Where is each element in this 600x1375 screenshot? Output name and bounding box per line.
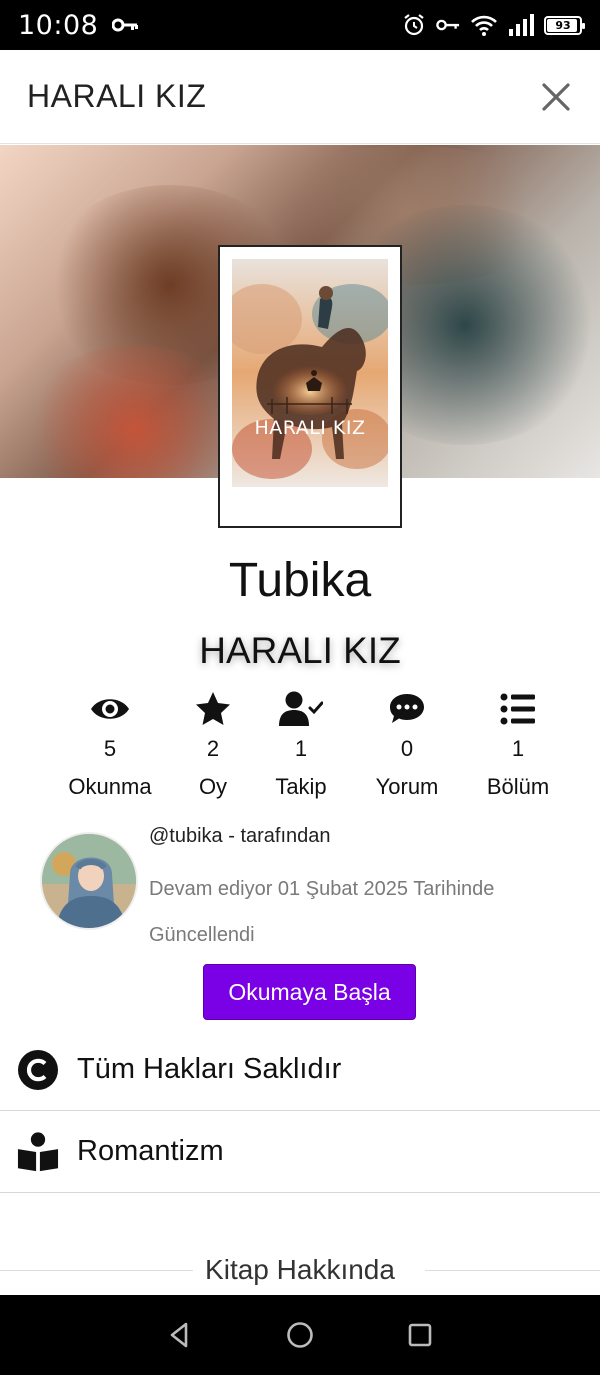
key-icon <box>112 18 139 32</box>
stat-label: Okunma <box>68 774 152 799</box>
stat-label: Bölüm <box>486 774 550 799</box>
stat-value: 1 <box>511 736 525 761</box>
book-cover[interactable]: HARALI KIZ <box>218 245 402 528</box>
genre-row[interactable]: Romantizm <box>0 1111 600 1193</box>
copyright-row: Tüm Hakları Saklıdır <box>0 1029 600 1111</box>
stat-value: 1 <box>294 736 308 761</box>
app-header: HARALI KIZ <box>0 50 600 144</box>
stats-bar: 5 Okunma 2 Oy 1 Takip 0 Yorum 1 Bölüm <box>0 690 600 800</box>
start-reading-button[interactable]: Okumaya Başla <box>203 964 416 1020</box>
eye-icon <box>91 699 129 719</box>
stat-comments[interactable]: 0 Yorum <box>347 690 467 800</box>
about-label: Kitap Hakkında <box>193 1254 407 1285</box>
stat-follows[interactable]: 1 Takip <box>241 690 361 800</box>
system-nav-bar <box>0 1295 600 1375</box>
copyright-label: Tüm Hakları Saklıdır <box>77 1053 342 1085</box>
book-title: HARALI KIZ <box>199 630 401 671</box>
wifi-icon <box>471 15 497 36</box>
list-icon <box>500 693 535 725</box>
comment-icon <box>390 694 424 723</box>
page-title: HARALI KIZ <box>27 78 207 114</box>
stat-chapters[interactable]: 1 Bölüm <box>458 690 578 800</box>
avatar[interactable] <box>40 832 138 930</box>
update-status: Devam ediyor 01 Şubat 2025 Tarihinde Gün… <box>149 878 495 946</box>
battery-icon: 93 <box>544 15 585 35</box>
copyright-icon <box>18 1049 58 1090</box>
vpn-key-icon <box>436 19 460 31</box>
signal-icon <box>509 14 534 36</box>
stat-reads[interactable]: 5 Okunma <box>50 690 170 800</box>
status-time: 10:08 <box>18 9 99 41</box>
author-name: Tubika <box>228 554 372 607</box>
user-check-icon <box>279 691 323 726</box>
about-section-header: Kitap Hakkında <box>0 1252 600 1292</box>
battery-level: 93 <box>555 18 571 32</box>
genre-label: Romantizm <box>77 1135 224 1167</box>
author-handle[interactable]: @tubika - tarafından <box>149 825 331 848</box>
stat-value: 5 <box>103 736 117 761</box>
stat-label: Yorum <box>375 774 439 799</box>
cover-illustration: HARALI KIZ <box>232 259 388 487</box>
close-icon[interactable] <box>539 80 573 114</box>
home-icon[interactable] <box>285 1320 315 1350</box>
cover-title-text: HARALI KIZ <box>254 417 365 439</box>
back-icon[interactable] <box>165 1320 195 1350</box>
status-bar: 10:08 93 <box>0 0 600 50</box>
recents-icon[interactable] <box>405 1320 435 1350</box>
stat-value: 0 <box>400 736 414 761</box>
stat-label: Takip <box>275 774 327 799</box>
alarm-icon <box>404 14 424 36</box>
star-icon <box>196 692 230 725</box>
book-reader-icon <box>17 1131 59 1171</box>
avatar-image <box>42 834 136 928</box>
